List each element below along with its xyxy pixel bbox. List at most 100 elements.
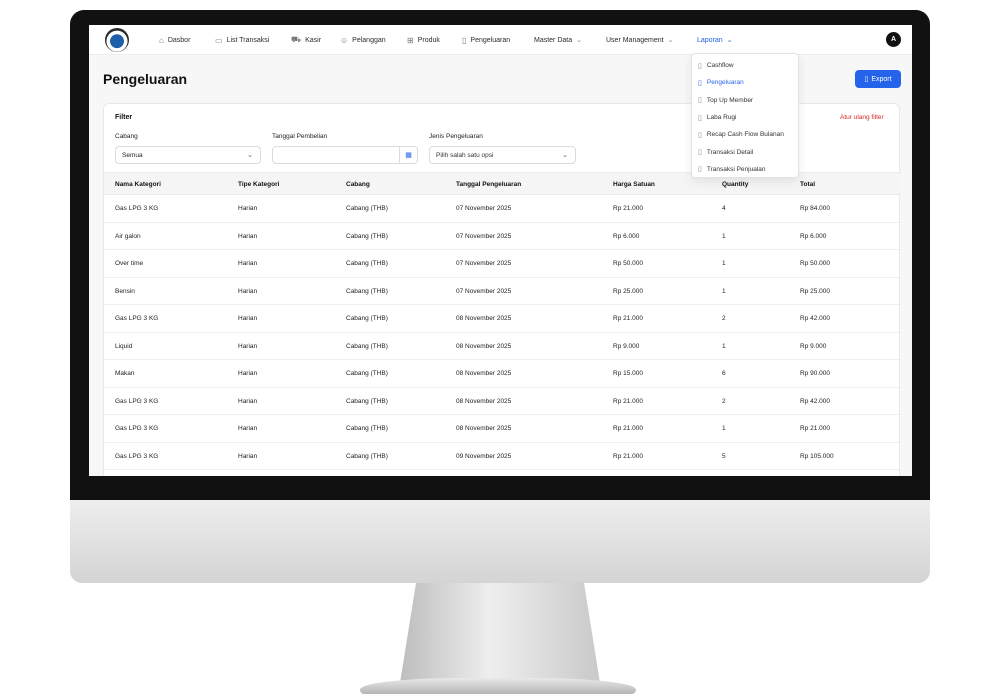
cart-icon: ⛟ — [291, 35, 302, 44]
column-header[interactable]: Tipe Kategori — [238, 173, 279, 196]
cell-cabang: Cabang (THB) — [346, 370, 388, 378]
menu-item-label: Pengeluaran — [706, 79, 744, 87]
monitor-base — [360, 678, 636, 694]
cell-cabang: Cabang (THB) — [346, 315, 388, 323]
cell-tanggal: 08 November 2025 — [456, 342, 512, 350]
receipt-icon: ▭ — [215, 35, 223, 45]
home-icon: ⌂ — [159, 35, 164, 45]
nav-item-user-management[interactable]: User Management ⌄ — [606, 25, 673, 55]
cell-tanggal: 09 November 2025 — [456, 452, 512, 460]
monitor-stand — [400, 583, 600, 683]
cell-quantity: 1 — [722, 425, 726, 433]
table-row[interactable]: Makan Harian Cabang (THB) 08 November 20… — [104, 360, 901, 388]
nav-item-label: Master Data — [534, 36, 573, 44]
cell-cabang: Cabang (THB) — [346, 260, 388, 268]
menu-item-laba-rugi[interactable]: ▯ Laba Rugi — [692, 109, 798, 126]
nav-item-produk[interactable]: ⊞ Produk — [407, 25, 440, 55]
nav-item-label: User Management — [606, 36, 664, 44]
cell-tipe-kategori: Harian — [238, 370, 258, 378]
menu-item-label: Transaksi Detail — [706, 148, 754, 156]
avatar[interactable]: A — [886, 32, 901, 47]
menu-item-top-up-member[interactable]: ▯ Top Up Member — [692, 92, 798, 109]
cell-total: Rp 9.000 — [800, 342, 827, 350]
calendar-icon[interactable]: ▦ — [399, 146, 417, 164]
app-logo[interactable] — [105, 28, 129, 52]
nav-item-dasbor[interactable]: ⌂ Dasbor — [159, 25, 190, 55]
jenis-select[interactable]: Pilih salah satu opsi ⌄ — [429, 146, 576, 164]
cell-nama-kategori: Liquid — [115, 342, 133, 350]
nav-item-master-data[interactable]: Master Data ⌄ — [534, 25, 582, 55]
chevron-down-icon: ⌄ — [247, 152, 253, 159]
menu-item-pengeluaran[interactable]: ▯ Pengeluaran — [692, 74, 798, 91]
nav-item-label: Pengeluaran — [470, 36, 511, 44]
table-row[interactable]: Liquid Harian Cabang (THB) 08 November 2… — [104, 333, 901, 360]
nav-item-laporan[interactable]: Laporan ⌄ — [692, 25, 738, 55]
menu-item-transaksi-detail[interactable]: ▯ Transaksi Detail — [692, 143, 798, 160]
cell-tipe-kategori: Harian — [238, 260, 258, 268]
cell-nama-kategori: Air galon — [115, 232, 141, 240]
menu-item-label: Laba Rugi — [706, 114, 737, 122]
menu-item-recap-cash-flow[interactable]: ▯ Recap Cash Flow Bulanan — [692, 126, 798, 143]
cell-harga-satuan: Rp 15.000 — [613, 370, 643, 378]
cell-tanggal: 07 November 2025 — [456, 287, 512, 295]
table-row[interactable]: Gas LPG 3 KG Harian Cabang (THB) 08 Nove… — [104, 305, 901, 333]
nav-item-list-transaksi[interactable]: ▭ List Transaksi — [215, 25, 269, 55]
document-icon: ▯ — [462, 35, 467, 45]
cell-harga-satuan: Rp 21.000 — [613, 397, 643, 405]
nav-item-pelanggan[interactable]: ☺ Pelanggan — [340, 25, 386, 55]
cell-tipe-kategori: Harian — [238, 425, 258, 433]
cell-tipe-kategori: Harian — [238, 287, 258, 295]
jenis-placeholder: Pilih salah satu opsi — [436, 151, 494, 159]
reset-filter-link[interactable]: Atur ulang filter — [840, 114, 884, 121]
cell-quantity: 1 — [722, 342, 726, 350]
menu-item-cashflow[interactable]: ▯ Cashflow — [692, 57, 798, 74]
export-button[interactable]: ▯ Export — [855, 70, 901, 88]
table-row[interactable]: Gas LPG 3 KG Harian Cabang (THB) 08 Nove… — [104, 415, 901, 443]
chevron-down-icon: ⌄ — [576, 37, 582, 44]
column-header[interactable]: Cabang — [346, 173, 370, 196]
top-navbar: ⌂ Dasbor ▭ List Transaksi ⛟ Kasir ☺ Pela… — [89, 25, 912, 55]
nav-item-label: Laporan — [697, 36, 723, 44]
cell-harga-satuan: Rp 21.000 — [613, 205, 643, 213]
table-row[interactable]: Gas LPG 3 KG Harian Cabang (THB) 07 Nove… — [104, 195, 901, 223]
screen: ⌂ Dasbor ▭ List Transaksi ⛟ Kasir ☺ Pela… — [89, 25, 912, 476]
cell-total: Rp 105.000 — [800, 452, 834, 460]
monitor-chin — [70, 500, 930, 583]
cell-nama-kategori: Gas LPG 3 KG — [115, 425, 159, 433]
column-header[interactable]: Tanggal Pengeluaran — [456, 173, 521, 196]
cell-nama-kategori: Gas LPG 3 KG — [115, 315, 159, 323]
cell-total: Rp 50.000 — [800, 260, 830, 268]
cell-quantity: 5 — [722, 452, 726, 460]
cell-tanggal: 07 November 2025 — [456, 232, 512, 240]
cell-tipe-kategori: Harian — [238, 342, 258, 350]
users-icon: ☺ — [340, 35, 349, 45]
column-header[interactable]: Nama Kategori — [115, 173, 161, 196]
laporan-dropdown-menu: ▯ Cashflow ▯ Pengeluaran ▯ Top Up Member… — [691, 53, 799, 178]
cell-harga-satuan: Rp 25.000 — [613, 287, 643, 295]
nav-item-pengeluaran[interactable]: ▯ Pengeluaran — [462, 25, 510, 55]
table-row[interactable]: Bensin Harian Cabang (THB) 07 November 2… — [104, 278, 901, 305]
page-title: Pengeluaran — [103, 71, 188, 87]
column-header[interactable]: Total — [800, 173, 815, 196]
cell-cabang: Cabang (THB) — [346, 425, 388, 433]
cell-nama-kategori: Bensin — [115, 287, 135, 295]
chevron-down-icon: ⌄ — [562, 152, 568, 159]
table-row[interactable]: Gas LPG 3 KG Harian Cabang (THB) 09 Nove… — [104, 443, 901, 470]
chevron-down-icon: ⌄ — [667, 37, 674, 44]
cell-cabang: Cabang (THB) — [346, 452, 388, 460]
cell-harga-satuan: Rp 21.000 — [613, 425, 643, 433]
cell-total: Rp 90.000 — [800, 370, 830, 378]
cell-tipe-kategori: Harian — [238, 232, 258, 240]
nav-item-kasir[interactable]: ⛟ Kasir — [291, 25, 321, 55]
table-row[interactable]: Over time Harian Cabang (THB) 07 Novembe… — [104, 250, 901, 278]
cell-tipe-kategori: Harian — [238, 452, 258, 460]
table-row[interactable]: Air galon Harian Cabang (THB) 07 Novembe… — [104, 223, 901, 250]
cell-cabang: Cabang (THB) — [346, 342, 388, 350]
column-header[interactable]: Harga Satuan — [613, 173, 655, 196]
table-row[interactable]: Gas LPG 3 KG Harian Cabang (THB) 08 Nove… — [104, 388, 901, 415]
cabang-select[interactable]: Semua ⌄ — [115, 146, 261, 164]
cell-nama-kategori: Gas LPG 3 KG — [115, 397, 159, 405]
tanggal-input[interactable]: ▦ — [272, 146, 418, 164]
menu-item-transaksi-penjualan[interactable]: ▯ Transaksi Penjualan — [692, 161, 798, 178]
cell-tanggal: 07 November 2025 — [456, 260, 512, 268]
